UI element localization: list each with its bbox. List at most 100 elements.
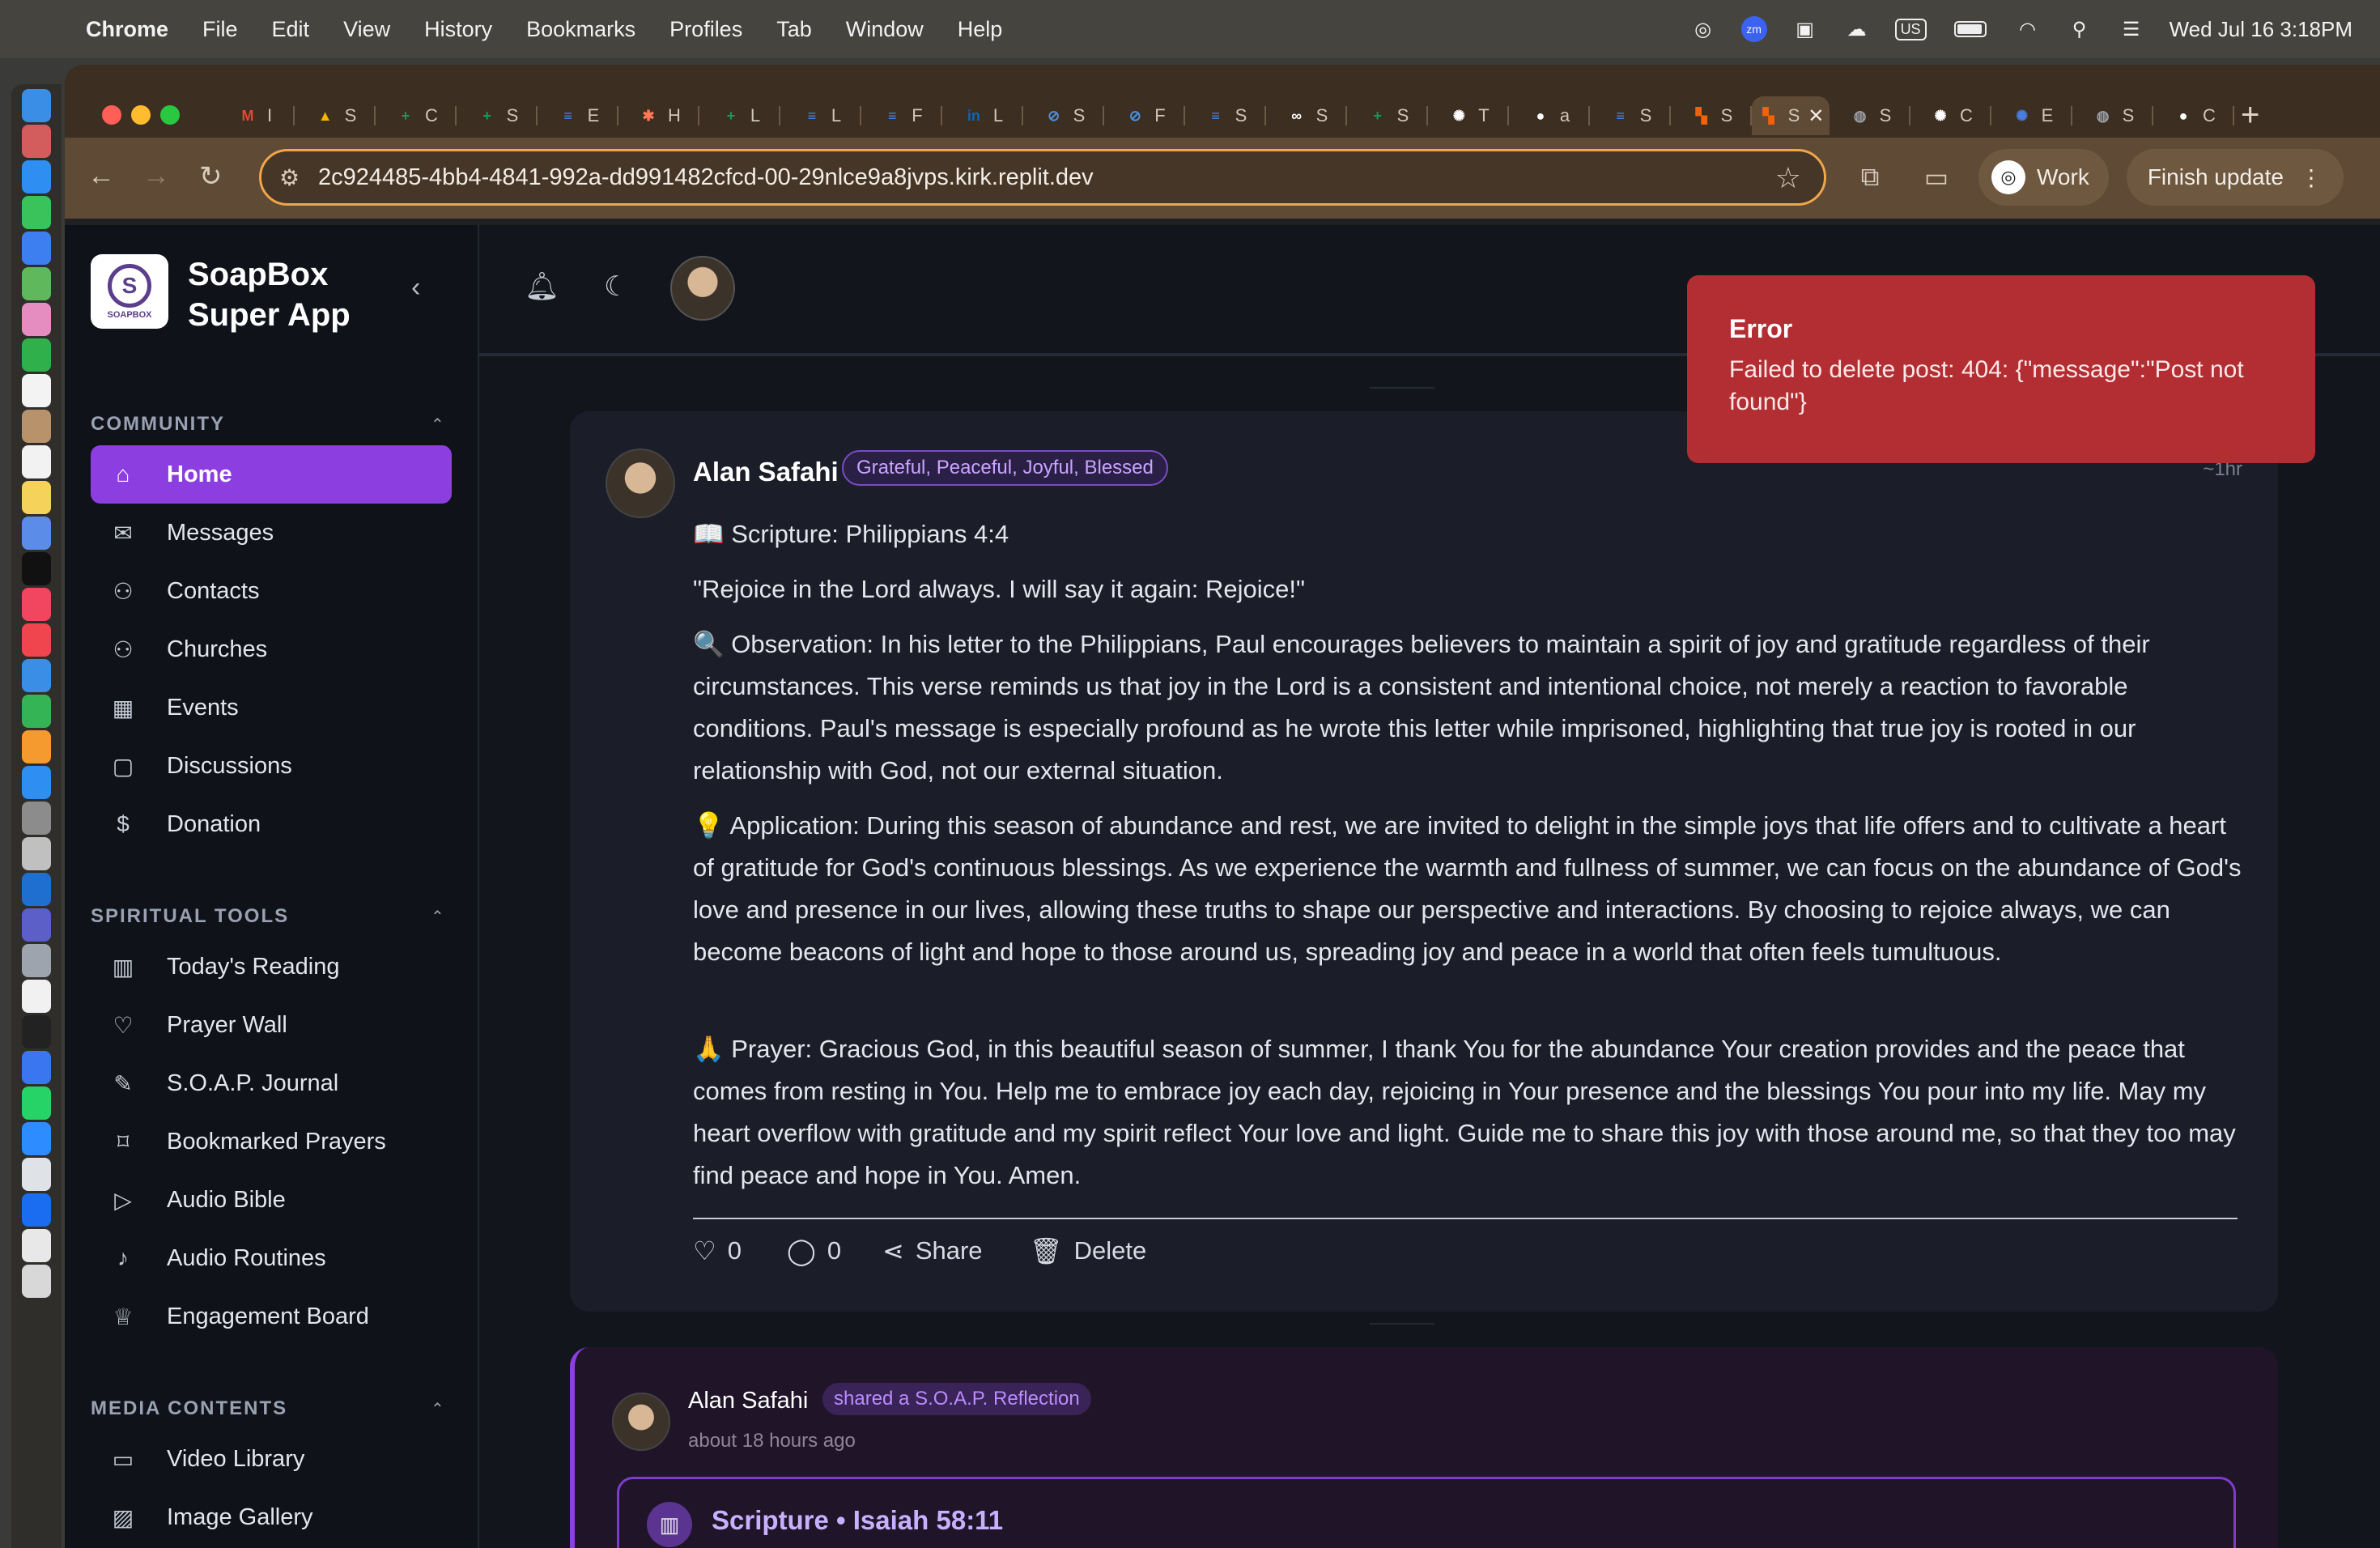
sidebar-item-home[interactable]: ⌂ Home	[91, 445, 452, 504]
browser-tab[interactable]: ✺ C	[1910, 96, 1991, 135]
browser-tab[interactable]: ≡ E	[538, 96, 618, 135]
browser-tab[interactable]: ✱ H	[618, 96, 699, 135]
dark-mode-toggle-icon[interactable]: ☾	[604, 270, 628, 303]
sidebar-item-prayer-wall[interactable]: ♡ Prayer Wall	[91, 996, 452, 1054]
zoom-status-icon[interactable]: zm	[1740, 16, 1767, 42]
share-button[interactable]: ⋖ Share	[882, 1235, 983, 1266]
bookmark-star-icon[interactable]: ☆	[1775, 161, 1801, 195]
browser-tab[interactable]: + C	[376, 96, 457, 135]
reload-button[interactable]: ↻	[199, 160, 223, 193]
browser-tab[interactable]: ✺ E	[1991, 96, 2072, 135]
messages-dock-icon[interactable]	[22, 196, 51, 229]
downloads-dock-icon[interactable]	[22, 1265, 51, 1298]
browser-tab[interactable]: ◍ S	[1830, 96, 1910, 135]
music-dock-icon[interactable]	[22, 588, 51, 621]
sidebar-item-engagement-board[interactable]: ♕ Engagement Board	[91, 1287, 452, 1346]
outlook-status-icon[interactable]: ▣	[1791, 17, 1819, 41]
browser-tab[interactable]: + S	[1347, 96, 1428, 135]
spotlight-search-icon[interactable]: ⚲	[2066, 17, 2093, 41]
extensions-icon[interactable]: ⧉	[1846, 153, 1894, 202]
menu-file[interactable]: File	[202, 17, 238, 42]
sidebar-item-audio-routines[interactable]: ♪ Audio Routines	[91, 1229, 452, 1287]
section-collapse-icon[interactable]: ⌃	[431, 415, 444, 435]
freeform-dock-icon[interactable]	[22, 517, 51, 550]
numbers-dock-icon[interactable]	[22, 695, 51, 728]
pages-dock-icon[interactable]	[22, 730, 51, 763]
zoom-window-button[interactable]	[160, 105, 180, 125]
signal-dock-icon[interactable]	[22, 1051, 51, 1084]
teams-dock-icon[interactable]	[22, 908, 51, 942]
sidebar-section-title[interactable]: MEDIA CONTENTS	[91, 1397, 287, 1420]
terminal-dock-icon[interactable]	[22, 1015, 51, 1048]
tab-active[interactable]: ▚ S ✕	[1752, 96, 1830, 135]
calendar-dock-icon[interactable]	[22, 374, 51, 407]
site-info-icon[interactable]: ⚙	[279, 164, 300, 191]
menu-view[interactable]: View	[343, 17, 390, 42]
sidebar-item-bookmarked-prayers[interactable]: ⌑ Bookmarked Prayers	[91, 1112, 452, 1171]
section-collapse-icon[interactable]: ⌃	[431, 907, 444, 927]
menu-history[interactable]: History	[424, 17, 492, 42]
collapse-sidebar-icon[interactable]: ‹	[411, 272, 420, 304]
reminders-dock-icon[interactable]	[22, 445, 51, 478]
whatsapp-dock-icon[interactable]	[22, 1087, 51, 1120]
address-bar[interactable]: ⚙ 2c924485-4bb4-4841-992a-dd991482cfcd-0…	[259, 149, 1826, 206]
browser-tab[interactable]: + L	[699, 96, 780, 135]
post-author[interactable]: Alan Safahi	[693, 457, 839, 487]
author-avatar[interactable]	[612, 1393, 670, 1451]
browser-tab[interactable]: ▚ S	[1671, 96, 1752, 135]
menu-bookmarks[interactable]: Bookmarks	[526, 17, 635, 42]
sidebar-item-events[interactable]: ▦ Events	[91, 678, 452, 737]
browser-tab[interactable]: MI	[214, 96, 295, 135]
like-button[interactable]: ♡ 0	[693, 1235, 742, 1266]
author-avatar[interactable]	[606, 449, 675, 518]
sidebar-item-s-o-a-p-journal[interactable]: ✎ S.O.A.P. Journal	[91, 1054, 452, 1112]
files-dock-icon[interactable]	[22, 980, 51, 1013]
browser-tab[interactable]: ◍ S	[2072, 96, 2153, 135]
news-dock-icon[interactable]	[22, 623, 51, 657]
browser-tab[interactable]: + S	[457, 96, 538, 135]
post-author[interactable]: Alan Safahi	[688, 1388, 808, 1414]
keynote-dock-icon[interactable]	[22, 659, 51, 692]
safari-dock-icon[interactable]	[22, 160, 51, 194]
sidebar-item-churches[interactable]: ⚇ Churches	[91, 620, 452, 678]
tv-dock-icon[interactable]	[22, 552, 51, 585]
browser-tab[interactable]: ∞ S	[1266, 96, 1347, 135]
menu-help[interactable]: Help	[958, 17, 1003, 42]
cloud-status-icon[interactable]: ☁	[1843, 17, 1871, 41]
document-dock-icon[interactable]	[22, 1229, 51, 1262]
sidebar-section-title[interactable]: COMMUNITY	[91, 413, 225, 436]
input-source-badge[interactable]: US	[1894, 18, 1927, 40]
side-panel-search-icon[interactable]: ▭	[1912, 153, 1961, 202]
app-store-dock-icon[interactable]	[22, 766, 51, 799]
sidebar-item-messages[interactable]: ✉ Messages	[91, 504, 452, 562]
mail-dock-icon[interactable]	[22, 232, 51, 265]
battery-icon[interactable]	[1951, 17, 1990, 41]
sidebar-section-title[interactable]: SPIRITUAL TOOLS	[91, 905, 289, 928]
menu-profiles[interactable]: Profiles	[669, 17, 742, 42]
browser-tab[interactable]: ≡ L	[780, 96, 861, 135]
soapbox-logo[interactable]: S SOAPBOX	[91, 254, 168, 329]
notes-dock-icon[interactable]	[22, 481, 51, 514]
sidebar-item-donation[interactable]: $ Donation	[91, 795, 452, 853]
section-collapse-icon[interactable]: ⌃	[431, 1399, 444, 1419]
back-button[interactable]: ←	[87, 160, 115, 192]
browser-tab[interactable]: ≡ S	[1185, 96, 1266, 135]
control-center-icon[interactable]: ☰	[2118, 17, 2145, 41]
system-settings-dock-icon[interactable]	[22, 802, 51, 835]
chrome-dock-icon[interactable]	[22, 1158, 51, 1191]
browser-tab[interactable]: ▲ S	[295, 96, 376, 135]
browser-tab[interactable]: ⊘ S	[1023, 96, 1104, 135]
sidebar-item-today-s-reading[interactable]: ▥ Today's Reading	[91, 938, 452, 996]
menubar-clock[interactable]: Wed Jul 16 3:18PM	[2170, 17, 2352, 42]
sidebar-item-video-library[interactable]: ▭ Video Library	[91, 1430, 452, 1488]
browser-tab[interactable]: ✺ T	[1428, 96, 1509, 135]
launchpad-dock-icon[interactable]	[22, 125, 51, 158]
new-tab-button[interactable]: +	[2241, 97, 2259, 134]
browser-tab[interactable]: ⊘ F	[1104, 96, 1185, 135]
photos-dock-icon[interactable]	[22, 303, 51, 336]
status-app-icon[interactable]: ◎	[1689, 17, 1717, 41]
forward-button[interactable]: →	[142, 160, 170, 192]
contacts-dock-icon[interactable]	[22, 410, 51, 443]
preview-dock-icon[interactable]	[22, 837, 51, 870]
browser-tab[interactable]: ● C	[2153, 96, 2234, 135]
